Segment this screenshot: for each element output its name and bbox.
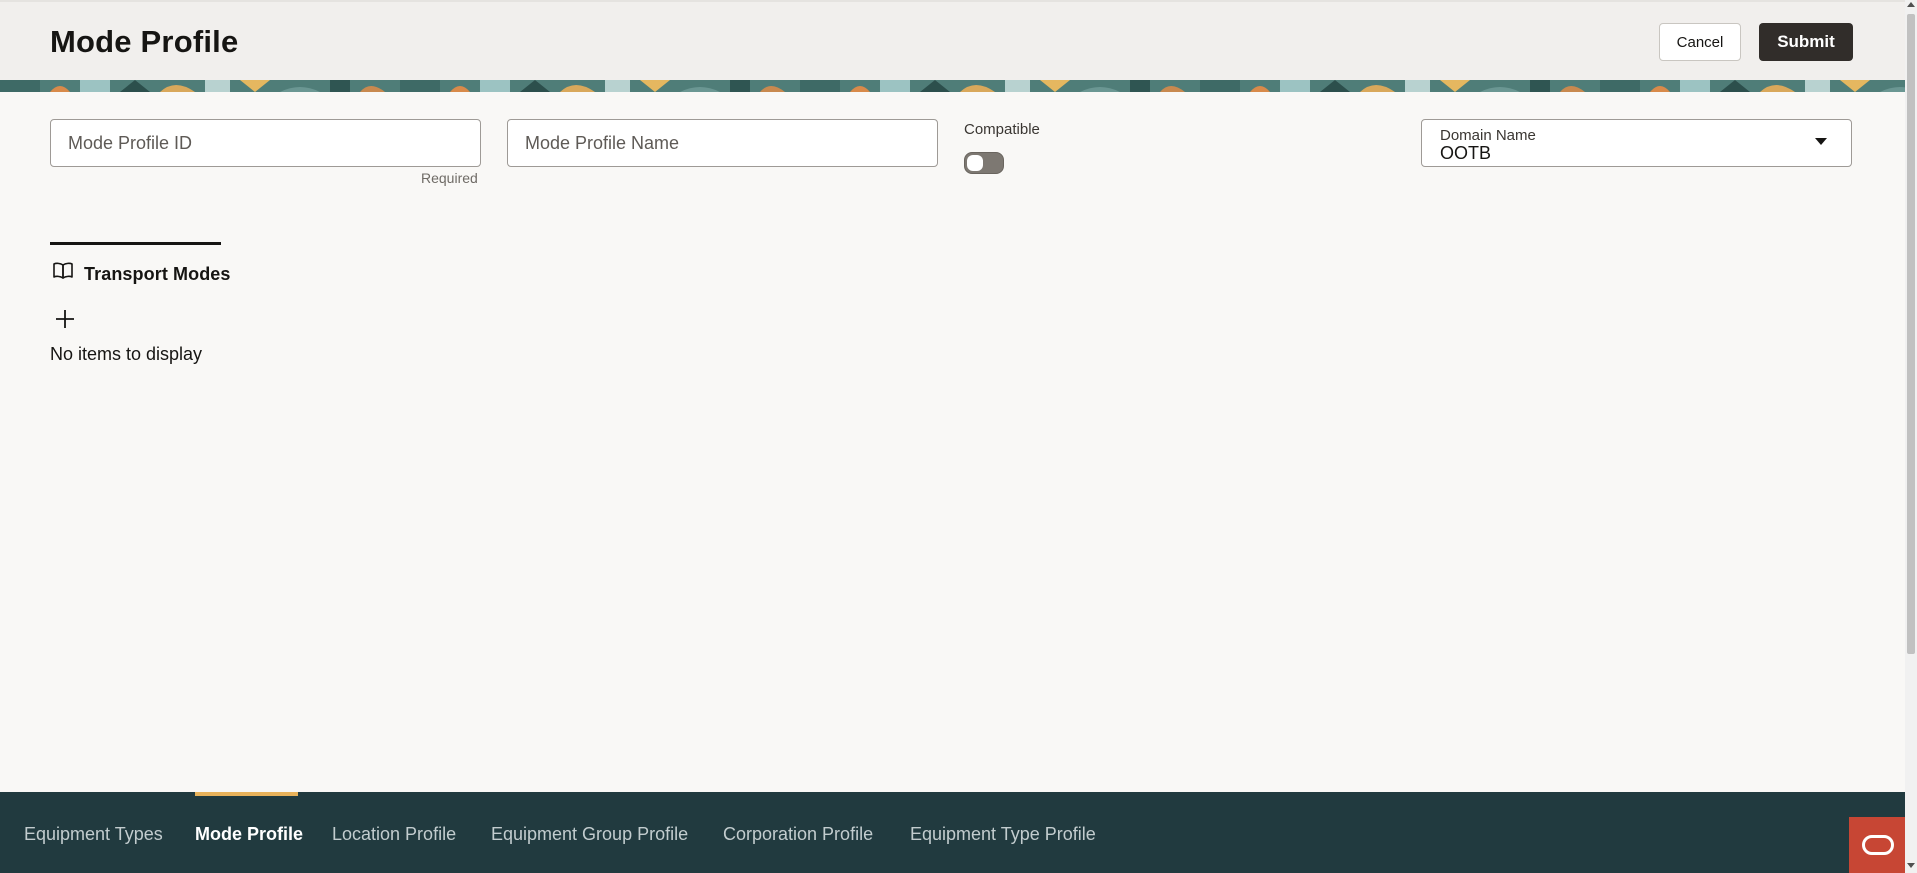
scrollbar-thumb[interactable]	[1907, 14, 1915, 654]
empty-state-message: No items to display	[50, 344, 203, 364]
page-header: Mode Profile Cancel Submit	[0, 0, 1905, 80]
compatible-toggle[interactable]	[964, 152, 1004, 174]
mode-profile-id-input[interactable]	[51, 120, 480, 166]
transport-modes-title: Transport Modes	[84, 264, 231, 284]
scroll-up-arrow-icon[interactable]	[1907, 2, 1915, 7]
tab-location-profile[interactable]: Location Profile	[332, 824, 456, 845]
mode-profile-name-field[interactable]	[507, 119, 938, 167]
cancel-button[interactable]: Cancel	[1659, 23, 1741, 61]
mode-profile-name-input[interactable]	[508, 120, 937, 166]
submit-button[interactable]: Submit	[1759, 23, 1853, 61]
plus-icon[interactable]	[53, 307, 77, 331]
tab-equipment-types[interactable]: Equipment Types	[24, 824, 163, 845]
active-tab-indicator	[195, 792, 298, 796]
toggle-knob	[967, 155, 983, 171]
page-title: Mode Profile	[50, 24, 239, 59]
tab-equipment-type-profile[interactable]: Equipment Type Profile	[910, 824, 1096, 845]
domain-name-value: OOTB	[1440, 143, 1492, 163]
chevron-down-icon[interactable]	[1815, 138, 1827, 145]
book-icon	[53, 262, 73, 285]
compatible-label: Compatible	[964, 121, 1040, 138]
app-root: Mode Profile Cancel Submit Mode Profile …	[0, 0, 1905, 873]
tab-mode-profile[interactable]: Mode Profile	[195, 824, 303, 845]
scroll-down-arrow-icon[interactable]	[1907, 863, 1915, 868]
tab-equipment-group-profile[interactable]: Equipment Group Profile	[491, 824, 688, 845]
oracle-logo-icon	[1862, 835, 1894, 855]
tab-corporation-profile[interactable]: Corporation Profile	[723, 824, 873, 845]
vertical-scrollbar[interactable]	[1905, 0, 1917, 873]
domain-name-label: Domain Name	[1440, 127, 1536, 144]
domain-name-select[interactable]: Domain Name OOTB	[1421, 119, 1852, 167]
oracle-assistant-button[interactable]	[1849, 817, 1905, 873]
section-divider	[50, 242, 221, 245]
bottom-nav-bar: Equipment Types Mode Profile Location Pr…	[0, 792, 1905, 873]
mode-profile-id-field[interactable]	[50, 119, 481, 167]
required-helper-text: Required	[421, 170, 478, 186]
decorative-banner	[0, 80, 1905, 92]
